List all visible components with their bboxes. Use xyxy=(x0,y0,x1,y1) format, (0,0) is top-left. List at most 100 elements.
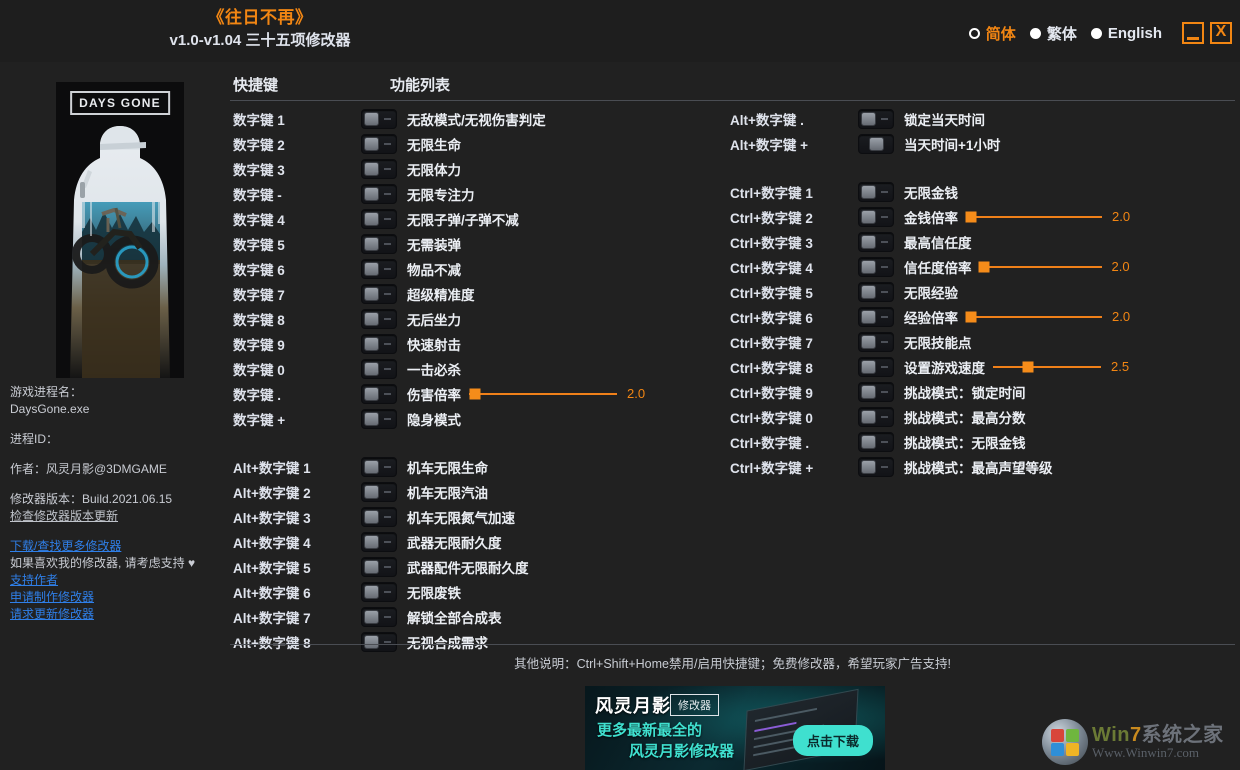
cheat-slider[interactable]: 2.0 xyxy=(965,208,1130,226)
toggle-knob-icon xyxy=(861,259,876,274)
cheat-toggle[interactable] xyxy=(858,431,894,452)
windows-logo-icon xyxy=(1042,719,1088,765)
cheat-toggle[interactable] xyxy=(858,406,894,427)
toggle-dash-icon xyxy=(384,292,391,295)
cheat-label: 挑战模式：最高声望等级 xyxy=(904,460,1053,476)
more-trainers-link[interactable]: 下载/查找更多修改器 xyxy=(10,538,222,555)
close-button[interactable]: X xyxy=(1210,22,1232,44)
cheat-toggle[interactable] xyxy=(858,381,894,402)
cheat-toggle[interactable] xyxy=(361,606,397,627)
toggle-dash-icon xyxy=(881,340,888,343)
cheat-slider[interactable]: 2.0 xyxy=(469,385,645,403)
ad-line-1: 更多最新最全的 xyxy=(597,722,703,739)
slider-track[interactable] xyxy=(965,211,1102,222)
cheat-toggle[interactable] xyxy=(858,456,894,477)
ad-line-2: 风灵月影修改器 xyxy=(629,743,735,760)
cheat-toggle[interactable] xyxy=(361,308,397,329)
cheat-slider[interactable]: 2.0 xyxy=(965,308,1130,326)
cheat-toggle[interactable] xyxy=(361,383,397,404)
cheat-slider[interactable]: 2.5 xyxy=(993,358,1129,376)
cheat-label: 机车无限生命 xyxy=(407,460,488,476)
cheat-toggle[interactable] xyxy=(361,531,397,552)
cheat-toggle[interactable] xyxy=(858,281,894,302)
cheat-toggle[interactable] xyxy=(858,133,894,154)
cheat-toggle[interactable] xyxy=(361,631,397,652)
language-option-english[interactable]: English xyxy=(1090,25,1162,42)
toggle-dash-icon xyxy=(384,392,391,395)
toggle-knob-icon xyxy=(364,634,379,649)
cheat-toggle[interactable] xyxy=(361,283,397,304)
cheat-toggle[interactable] xyxy=(858,356,894,377)
language-option-simplified[interactable]: 简体 xyxy=(968,23,1016,44)
cheat-label: 无敌模式/无视伤害判定 xyxy=(407,112,546,128)
cheat-toggle[interactable] xyxy=(361,358,397,379)
check-update-link[interactable]: 检查修改器版本更新 xyxy=(10,508,222,525)
toggle-knob-icon xyxy=(364,484,379,499)
cheat-hotkey: Ctrl+数字键 1 xyxy=(730,185,813,201)
cheat-toggle[interactable] xyxy=(858,206,894,227)
cheat-label: 无限废铁 xyxy=(407,585,461,601)
cheat-toggle[interactable] xyxy=(858,231,894,252)
request-update-link[interactable]: 请求更新修改器 xyxy=(10,606,222,623)
toggle-knob-icon xyxy=(364,161,379,176)
slider-thumb[interactable] xyxy=(469,388,481,399)
window-header: 《往日不再》 v1.0-v1.04 三十五项修改器 简体 繁体 English … xyxy=(0,0,1240,62)
cheat-toggle[interactable] xyxy=(858,306,894,327)
cover-artwork-icon xyxy=(56,82,184,378)
slider-track[interactable] xyxy=(469,388,617,399)
cheat-row: Ctrl+数字键 8 设置游戏速度 2.5 xyxy=(730,354,1230,379)
cheat-toggle[interactable] xyxy=(361,456,397,477)
cheat-toggle[interactable] xyxy=(361,333,397,354)
language-option-traditional[interactable]: 繁体 xyxy=(1029,23,1077,44)
cheat-toggle[interactable] xyxy=(361,208,397,229)
toggle-dash-icon xyxy=(384,490,391,493)
cheat-toggle[interactable] xyxy=(858,181,894,202)
cheat-toggle[interactable] xyxy=(858,108,894,129)
cheat-toggle[interactable] xyxy=(858,331,894,352)
cheat-toggle[interactable] xyxy=(361,158,397,179)
cheat-hotkey: 数字键 7 xyxy=(233,287,285,303)
cheat-toggle[interactable] xyxy=(361,233,397,254)
minimize-button[interactable] xyxy=(1182,22,1204,44)
cheat-row: 数字键 - 无限专注力 xyxy=(233,181,703,206)
cheat-toggle[interactable] xyxy=(361,408,397,429)
ad-download-button[interactable]: 点击下载 xyxy=(792,725,873,756)
cheat-list-right: Alt+数字键 . 锁定当天时间 Alt+数字键 + 当天时间+1小时 Ctrl+数字键… xyxy=(730,106,1230,479)
minimize-icon xyxy=(1187,37,1199,40)
cheat-hotkey: Alt+数字键 1 xyxy=(233,460,311,476)
cheat-label: 无限子弹/子弹不减 xyxy=(407,212,519,228)
slider-track[interactable] xyxy=(965,311,1102,322)
cheat-toggle[interactable] xyxy=(361,258,397,279)
cheat-label: 最高信任度 xyxy=(904,235,972,251)
cheat-toggle[interactable] xyxy=(361,556,397,577)
slider-thumb[interactable] xyxy=(965,211,977,222)
process-name-value: DaysGone.exe xyxy=(10,402,90,416)
cheat-row: Ctrl+数字键 5 无限经验 xyxy=(730,279,1230,304)
slider-thumb[interactable] xyxy=(1022,361,1034,372)
cheat-row: 数字键 0 一击必杀 xyxy=(233,356,703,381)
cheat-toggle[interactable] xyxy=(361,581,397,602)
cheat-row: Ctrl+数字键 0 挑战模式：最高分数 xyxy=(730,404,1230,429)
slider-thumb[interactable] xyxy=(978,261,990,272)
cheat-row: Alt+数字键 4 武器无限耐久度 xyxy=(233,529,703,554)
cheat-toggle[interactable] xyxy=(361,481,397,502)
support-author-link[interactable]: 支持作者 xyxy=(10,572,222,589)
cheat-hotkey: Alt+数字键 2 xyxy=(233,485,311,501)
cheat-slider[interactable]: 2.0 xyxy=(978,258,1130,276)
cheat-toggle[interactable] xyxy=(361,108,397,129)
cheat-row: Ctrl+数字键 4 信任度倍率 2.0 xyxy=(730,254,1230,279)
request-make-link[interactable]: 申请制作修改器 xyxy=(10,589,222,606)
watermark-url: Www.Winwin7.com xyxy=(1092,744,1199,760)
slider-track[interactable] xyxy=(978,261,1102,272)
toggle-dash-icon xyxy=(384,465,391,468)
cheat-toggle[interactable] xyxy=(361,183,397,204)
toggle-dash-icon xyxy=(384,417,391,420)
slider-track[interactable] xyxy=(993,361,1101,372)
cheat-toggle[interactable] xyxy=(361,133,397,154)
cheat-label: 信任度倍率 xyxy=(904,260,972,276)
ad-banner[interactable]: 风灵月影 修改器 更多最新最全的 风灵月影修改器 点击下载 xyxy=(585,686,885,770)
slider-thumb[interactable] xyxy=(965,311,977,322)
cheat-toggle[interactable] xyxy=(361,506,397,527)
cheat-toggle[interactable] xyxy=(858,256,894,277)
cheat-label: 无限经验 xyxy=(904,285,958,301)
